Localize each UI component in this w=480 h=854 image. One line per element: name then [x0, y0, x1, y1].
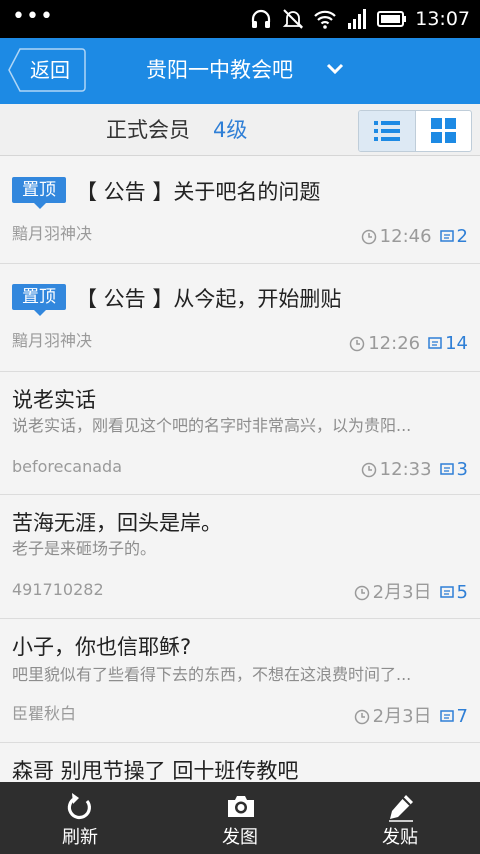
- wifi-icon: [314, 10, 337, 29]
- bottom-toolbar: 刷新 发图 发贴: [0, 782, 480, 854]
- battery-icon: [377, 11, 407, 27]
- post-title: 苦海无涯，回头是岸。: [12, 511, 222, 535]
- grid-view-icon: [431, 118, 456, 143]
- post-meta: 12:26 14: [349, 332, 468, 356]
- reply-count-icon: [439, 710, 454, 722]
- post-author: 491710282: [12, 580, 104, 599]
- reply-count: 3: [456, 459, 468, 480]
- list-item[interactable]: 小子，你也信耶稣? 吧里貌似有了些看得下去的东西，不想在这浪费时间了... 臣瞿…: [0, 619, 480, 743]
- grid-view-button[interactable]: [416, 111, 471, 151]
- post-excerpt: 吧里貌似有了些看得下去的东西，不想在这浪费时间了...: [12, 665, 412, 684]
- post-time: 2月3日: [372, 706, 432, 727]
- post-title: 【 公告 】从今起，开始删贴: [76, 287, 342, 311]
- post-meta: 12:33 3: [361, 458, 468, 482]
- new-post-label: 发贴: [382, 827, 418, 848]
- back-button[interactable]: 返回: [8, 48, 86, 92]
- reply-count: 2: [456, 226, 468, 247]
- reply-count: 14: [445, 333, 468, 354]
- member-level: 4级: [213, 118, 248, 142]
- post-title: 【 公告 】关于吧名的问题: [76, 180, 321, 204]
- clock-icon: [361, 229, 376, 245]
- page-title[interactable]: 贵阳一中教会吧: [146, 56, 293, 84]
- clock-icon: [361, 462, 376, 478]
- list-item[interactable]: 置顶 【 公告 】关于吧名的问题 黯月羽神决 12:46 2: [0, 157, 480, 264]
- reply-count-icon: [439, 463, 454, 475]
- post-time: 12:33: [379, 459, 432, 480]
- list-item[interactable]: 苦海无涯，回头是岸。 老子是来砸场子的。 491710282 2月3日 5: [0, 495, 480, 619]
- reply-count-icon: [439, 586, 454, 598]
- post-meta: 2月3日 5: [354, 581, 468, 605]
- member-status-label: 正式会员: [106, 118, 190, 142]
- post-photo-label: 发图: [222, 827, 258, 848]
- post-meta: 12:46 2: [361, 225, 468, 249]
- post-author: beforecanada: [12, 457, 122, 476]
- refresh-label: 刷新: [62, 827, 98, 848]
- post-time: 2月3日: [372, 582, 432, 603]
- pinned-badge: 置顶: [12, 177, 66, 209]
- reply-count: 5: [456, 582, 468, 603]
- list-view-button[interactable]: [359, 111, 416, 151]
- clock-icon: [349, 336, 365, 352]
- chevron-down-icon[interactable]: [326, 62, 344, 76]
- list-view-icon: [374, 121, 400, 141]
- pinned-badge: 置顶: [12, 284, 66, 316]
- post-author: 黯月羽神决: [12, 331, 93, 350]
- new-post-button[interactable]: 发贴: [350, 782, 450, 854]
- mute-icon: [283, 9, 304, 29]
- clock-time: 13:07: [415, 8, 470, 30]
- overflow-dots-icon: •••: [12, 4, 54, 29]
- back-button-label: 返回: [30, 58, 70, 82]
- pencil-icon: [389, 795, 413, 822]
- signal-icon: [348, 9, 367, 29]
- reply-count: 7: [456, 706, 468, 727]
- post-title: 小子，你也信耶稣?: [12, 635, 192, 659]
- list-item[interactable]: 说老实话 说老实话，刚看见这个吧的名字时非常高兴，以为贵阳... beforec…: [0, 372, 480, 495]
- title-bar: 返回 贵阳一中教会吧: [0, 38, 480, 104]
- refresh-icon: [67, 793, 91, 820]
- list-item[interactable]: 置顶 【 公告 】从今起，开始删贴 黯月羽神决 12:26 14: [0, 264, 480, 372]
- post-meta: 2月3日 7: [354, 705, 468, 729]
- view-toggle: [358, 110, 472, 152]
- camera-icon: [228, 796, 254, 817]
- headphones-icon: [252, 9, 271, 28]
- reply-count-icon: [428, 337, 442, 349]
- post-excerpt: 老子是来砸场子的。: [12, 539, 157, 558]
- post-author: 臣瞿秋白: [12, 704, 77, 723]
- post-time: 12:46: [379, 226, 432, 247]
- post-title: 森哥 别甩节操了 回十班传教吧: [12, 759, 299, 783]
- reply-count-icon: [439, 230, 454, 242]
- post-title: 说老实话: [12, 388, 96, 412]
- refresh-button[interactable]: 刷新: [30, 782, 130, 854]
- post-author: 黯月羽神决: [12, 224, 93, 243]
- post-list: 置顶 【 公告 】关于吧名的问题 黯月羽神决 12:46 2 置顶 【 公告 】…: [0, 157, 480, 803]
- clock-icon: [354, 585, 369, 601]
- post-excerpt: 说老实话，刚看见这个吧的名字时非常高兴，以为贵阳...: [12, 416, 412, 435]
- clock-icon: [354, 709, 369, 725]
- member-bar: 正式会员 4级: [0, 104, 480, 156]
- status-bar: ••• 13:07: [0, 0, 480, 38]
- post-time: 12:26: [368, 333, 421, 354]
- post-photo-button[interactable]: 发图: [190, 782, 290, 854]
